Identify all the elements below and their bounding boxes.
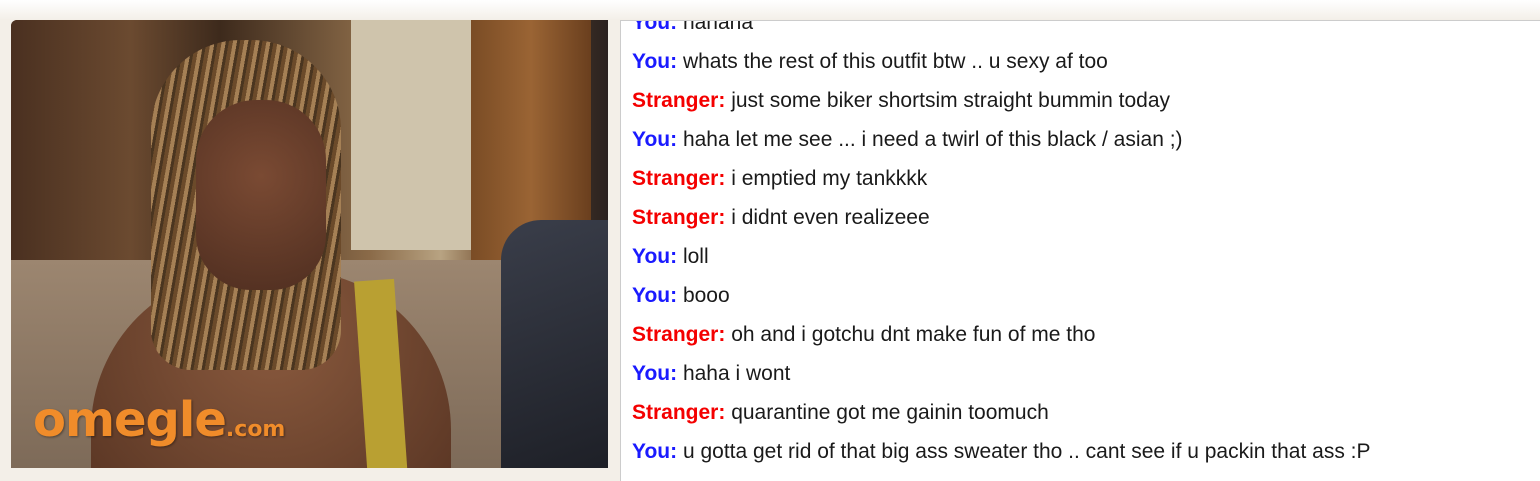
stranger-speaker-label: Stranger:: [632, 206, 726, 229]
video-bag: [501, 220, 608, 468]
message-text: u gotta get rid of that big ass sweater …: [682, 440, 1371, 463]
chat-message-list: You: hahaha You: whats the rest of this o…: [632, 20, 1371, 471]
stranger-speaker-label: Stranger:: [632, 323, 726, 346]
chat-message: You: booo: [632, 276, 1371, 315]
stranger-speaker-label: Stranger:: [632, 167, 726, 190]
stranger-speaker-label: Stranger:: [632, 401, 726, 424]
message-text: haha i wont: [682, 362, 791, 385]
message-text: haha let me see ... i need a twirl of th…: [682, 128, 1183, 151]
logo-suffix: .com: [225, 417, 286, 442]
stranger-speaker-label: Stranger:: [632, 89, 726, 112]
you-speaker-label: You:: [632, 20, 678, 34]
chat-message: You: loll: [632, 237, 1371, 276]
message-text: oh and i gotchu dnt make fun of me tho: [731, 323, 1096, 346]
chat-message: Stranger: oh and i gotchu dnt make fun o…: [632, 315, 1371, 354]
message-text: hahaha: [682, 20, 754, 34]
you-speaker-label: You:: [632, 284, 678, 307]
message-text: just some biker shortsim straight bummin…: [731, 89, 1171, 112]
you-speaker-label: You:: [632, 50, 678, 73]
chat-message: Stranger: i emptied my tankkkk: [632, 159, 1371, 198]
message-text: quarantine got me gainin toomuch: [731, 401, 1049, 424]
chat-message: You: haha let me see ... i need a twirl …: [632, 120, 1371, 159]
message-text: loll: [682, 245, 709, 268]
message-text: booo: [682, 284, 730, 307]
omegle-logo: omegle.com: [33, 392, 285, 448]
chat-message: You: u gotta get rid of that big ass swe…: [632, 432, 1371, 471]
chat-message: You: whats the rest of this outfit btw .…: [632, 42, 1371, 81]
top-bar: [0, 0, 1540, 20]
message-text: i emptied my tankkkk: [731, 167, 928, 190]
you-speaker-label: You:: [632, 245, 678, 268]
you-speaker-label: You:: [632, 128, 678, 151]
person-face: [196, 100, 326, 290]
stranger-video: omegle.com: [11, 20, 608, 468]
message-text: whats the rest of this outfit btw .. u s…: [682, 50, 1108, 73]
chat-message: Stranger: just some biker shortsim strai…: [632, 81, 1371, 120]
you-speaker-label: You:: [632, 362, 678, 385]
chat-log[interactable]: You: hahaha You: whats the rest of this o…: [620, 20, 1540, 481]
you-speaker-label: You:: [632, 440, 678, 463]
message-text: i didnt even realizeee: [731, 206, 930, 229]
logo-main: omegle: [33, 392, 227, 448]
chat-message: You: haha i wont: [632, 354, 1371, 393]
chat-message: Stranger: quarantine got me gainin toomu…: [632, 393, 1371, 432]
chat-message: Stranger: i didnt even realizeee: [632, 198, 1371, 237]
chat-message: You: hahaha: [632, 20, 1371, 42]
